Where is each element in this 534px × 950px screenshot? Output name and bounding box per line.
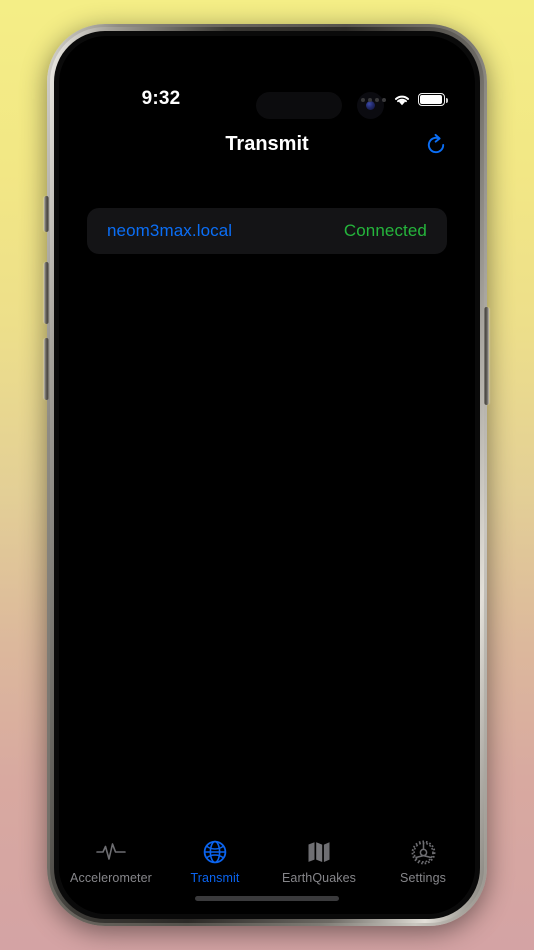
- connection-host-label: neom3max.local: [107, 221, 233, 240]
- gear-icon: [410, 838, 437, 866]
- tab-label-transmit: Transmit: [190, 871, 240, 885]
- screenshot-stage: 9:32 Transmit neom3max.local Connected A…: [0, 0, 534, 950]
- wifi-icon: [393, 93, 411, 106]
- connection-row[interactable]: neom3max.local Connected: [87, 208, 447, 254]
- power-button[interactable]: [484, 307, 489, 405]
- tab-label-settings: Settings: [400, 871, 446, 885]
- waveform-icon: [96, 838, 126, 866]
- main-content: neom3max.local Connected: [59, 186, 475, 814]
- tab-earthquakes[interactable]: EarthQuakes: [267, 838, 371, 885]
- tab-transmit[interactable]: Transmit: [163, 838, 267, 885]
- tab-label-earthquakes: EarthQuakes: [281, 871, 357, 885]
- volume-down-button[interactable]: [44, 338, 49, 400]
- battery-icon: [418, 93, 448, 106]
- cellular-dots-icon: [361, 97, 386, 102]
- tab-label-accelerometer: Accelerometer: [70, 871, 152, 885]
- page-title: Transmit: [225, 133, 309, 155]
- status-bar-indicators: [361, 93, 448, 106]
- tab-accelerometer[interactable]: Accelerometer: [59, 838, 163, 885]
- phone-frame: 9:32 Transmit neom3max.local Connected A…: [47, 24, 487, 926]
- status-bar-clock: 9:32: [141, 88, 181, 109]
- home-indicator[interactable]: [195, 896, 339, 901]
- map-icon: [306, 838, 332, 866]
- refresh-button[interactable]: [419, 128, 453, 162]
- status-bar: 9:32: [59, 86, 475, 126]
- connection-status-label: Connected: [343, 221, 427, 240]
- globe-icon: [202, 838, 228, 866]
- silence-switch[interactable]: [44, 196, 49, 232]
- phone-screen: 9:32 Transmit neom3max.local Connected A…: [59, 36, 475, 914]
- volume-up-button[interactable]: [44, 262, 49, 324]
- navigation-bar: Transmit: [59, 130, 475, 176]
- tab-settings[interactable]: Settings: [371, 838, 475, 885]
